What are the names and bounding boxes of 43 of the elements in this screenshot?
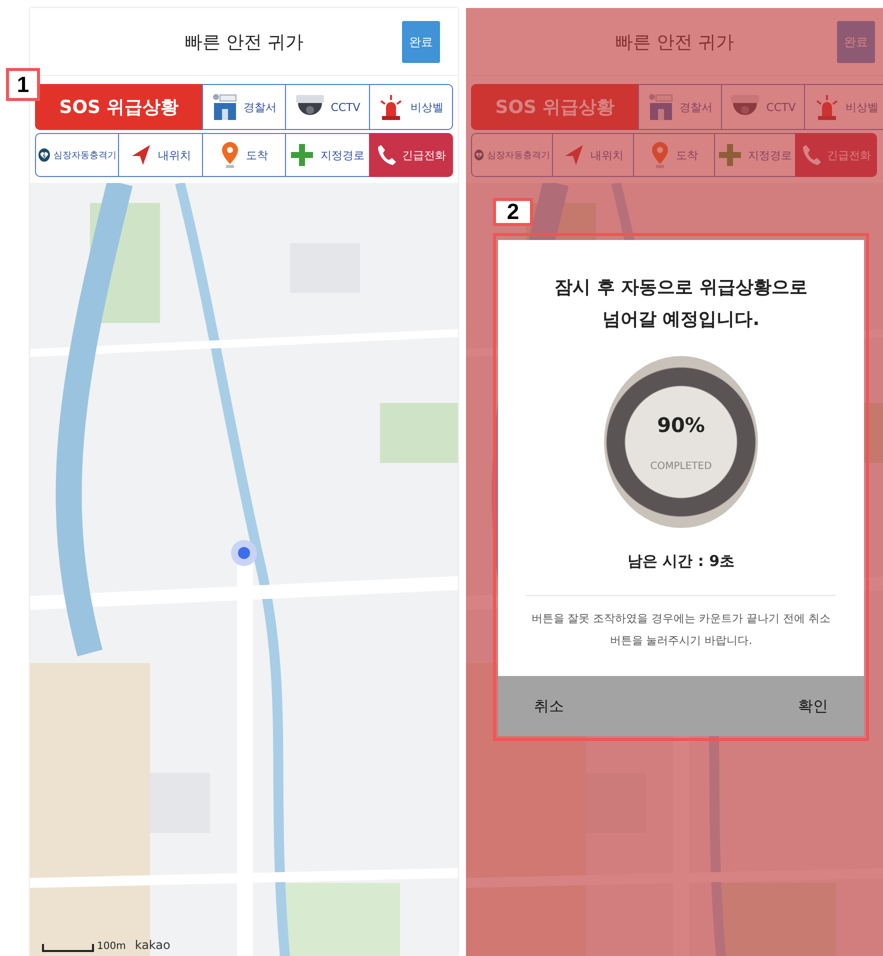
navigation-arrow-icon — [130, 143, 152, 167]
header-title: 빠른 안전 귀가 — [614, 30, 734, 54]
callout-number: 2 — [493, 198, 533, 226]
sos-button[interactable]: SOS 위급상황 — [35, 84, 203, 130]
police-station-icon — [648, 93, 674, 121]
notice-text: 버튼을 잘못 조작하였을 경우에는 카운트가 끝나기 전에 취소 버튼을 눌러주시기 바랍니다. — [530, 611, 832, 649]
toolbar-button[interactable]: 심장자동충격기 — [471, 133, 553, 177]
map-attribution: kakao — [134, 938, 170, 952]
toolbar-button[interactable]: 내위치 — [552, 133, 634, 177]
toolbar-button[interactable]: 경찰서 — [638, 84, 722, 130]
toolbar-button[interactable]: 지정경로 — [285, 133, 370, 177]
done-button[interactable]: 완료 — [402, 21, 440, 63]
map-pin-icon — [650, 140, 670, 170]
scale-label: 100m — [97, 941, 126, 952]
toolbar-button[interactable]: 내위치 — [118, 133, 203, 177]
toolbar-button[interactable]: CCTV — [285, 84, 370, 130]
toolbar-button[interactable]: CCTV — [721, 84, 805, 130]
toolbar-button[interactable]: 지정경로 — [714, 133, 796, 177]
police-station-icon — [212, 93, 238, 121]
map-pin-icon — [220, 140, 240, 170]
plus-icon — [718, 143, 742, 167]
toolbar-button[interactable]: 비상벨 — [804, 84, 883, 130]
scale-bar-icon — [42, 944, 94, 952]
header-title: 빠른 안전 귀가 — [184, 30, 304, 54]
plus-icon — [290, 143, 314, 167]
dialog-title: 잠시 후 자동으로 위급상황으로 넘어갈 예정입니다. — [554, 276, 808, 332]
confirm-button[interactable]: 확인 — [794, 692, 832, 720]
navigation-arrow-icon — [562, 143, 584, 167]
cancel-button[interactable]: 취소 — [530, 692, 568, 720]
siren-icon — [814, 93, 840, 121]
toolbar-button[interactable]: 비상벨 — [368, 84, 453, 130]
remaining-time: 남은 시간 : 9초 — [627, 552, 735, 571]
toolbar-button[interactable]: 심장자동충격기 — [35, 133, 120, 177]
toolbar-button[interactable]: 도착 — [633, 133, 715, 177]
toolbar-button[interactable]: 경찰서 — [202, 84, 286, 130]
toolbar-button[interactable]: 긴급전화 — [368, 133, 454, 177]
progress-caption: COMPLETED — [650, 460, 712, 472]
phone-icon — [801, 143, 821, 167]
progress-percent: 90% — [657, 412, 705, 436]
siren-icon — [378, 93, 404, 121]
toolbar-button[interactable]: 도착 — [202, 133, 286, 177]
callout-number: 1 — [6, 68, 40, 101]
phone-icon — [376, 143, 396, 167]
